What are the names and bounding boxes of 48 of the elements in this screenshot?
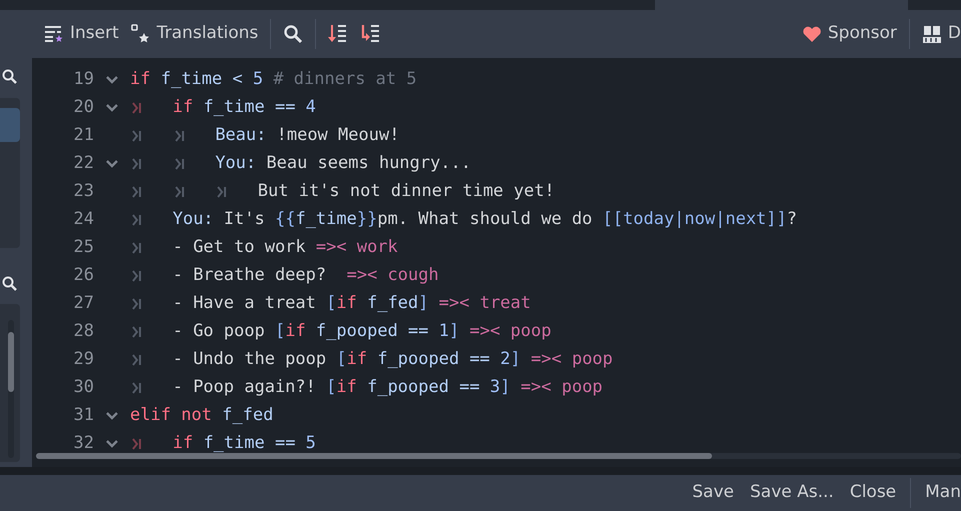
line-number: 23 (72, 180, 94, 204)
line-number: 27 (72, 292, 94, 316)
line-number: 29 (72, 348, 94, 372)
code-line: You: Beau seems hungry... (215, 152, 472, 176)
docs-button[interactable]: D (916, 17, 961, 51)
line-number: 25 (72, 236, 94, 260)
code-line: - Go poop [if f_pooped == 1] =>< poop (172, 320, 552, 344)
footer-button[interactable]: Close (842, 476, 904, 510)
code-line: - Undo the poop [if f_pooped == 2] =>< poop (172, 348, 613, 372)
arrow-down-list-icon (328, 24, 348, 44)
line-number: 19 (72, 68, 94, 92)
line-number: 22 (72, 152, 94, 176)
insert-button[interactable]: Insert (38, 17, 125, 51)
search-icon[interactable] (2, 276, 18, 292)
line-number: 26 (72, 264, 94, 288)
code-line: - Get to work =>< work (172, 236, 398, 260)
code-line: - Poop again?! [if f_pooped == 3] =>< poop (172, 376, 603, 400)
translations-button[interactable]: Translations (124, 17, 264, 51)
heart-icon (802, 25, 822, 43)
code-line: But it's not dinner time yet! (258, 180, 555, 204)
book-icon (922, 24, 942, 44)
code-line: You: It's {{f_time}}pm. What should we do [[today|now|next]]? (172, 208, 798, 232)
insert-icon (44, 24, 64, 44)
line-number: 24 (72, 208, 94, 232)
translations-icon (130, 24, 151, 44)
footer-button[interactable]: Man (917, 476, 961, 510)
scrollbar-thumb[interactable] (36, 453, 712, 459)
scrollbar-thumb[interactable] (8, 332, 14, 392)
search-icon (283, 24, 304, 44)
code-line: elif not f_fed (130, 404, 274, 428)
code-line: - Breathe deep? =>< cough (172, 264, 439, 288)
search-icon[interactable] (2, 69, 18, 85)
line-number: 28 (72, 320, 94, 344)
line-number: 32 (72, 432, 94, 456)
code-line: if f_time == 5 (172, 432, 316, 456)
code-line: - Have a treat [if f_fed] =>< treat (172, 292, 531, 316)
code-line: if f_time == 4 (172, 96, 316, 120)
line-number: 31 (72, 404, 94, 428)
horizontal-scrollbar[interactable] (36, 453, 961, 459)
code-line: Beau: !meow Meouw! (215, 124, 400, 148)
code-line: if f_time < 5 # dinners at 5 (130, 68, 417, 92)
sponsor-button[interactable]: Sponsor (796, 17, 903, 51)
footer-button[interactable]: Save As... (742, 476, 842, 510)
line-number: 20 (72, 96, 94, 120)
line-number: 30 (72, 376, 94, 400)
footer-button[interactable]: Save (684, 476, 742, 510)
arrow-right-list-icon (360, 24, 380, 44)
line-number: 21 (72, 124, 94, 148)
